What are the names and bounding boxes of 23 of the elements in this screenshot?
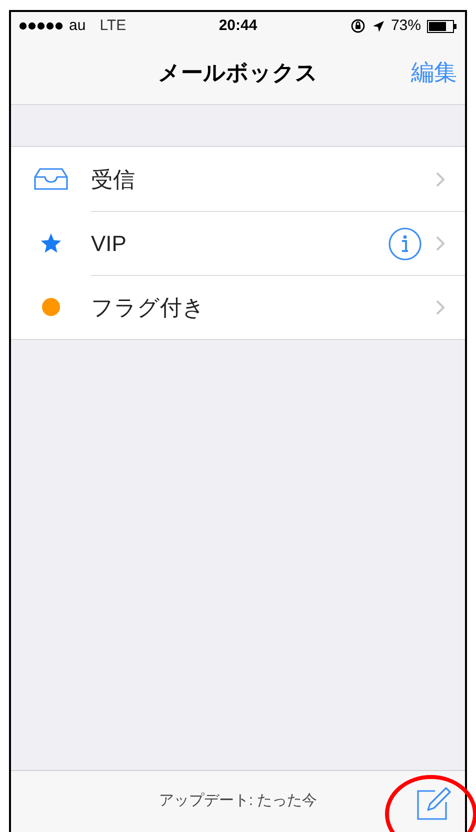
signal-icon xyxy=(19,22,63,30)
chevron-icon xyxy=(436,172,445,186)
mailbox-row[interactable]: 受信 xyxy=(11,147,465,211)
mailbox-label: フラグ付き xyxy=(91,294,206,322)
info-icon[interactable] xyxy=(388,226,422,260)
clock-text: 20:44 xyxy=(218,16,258,36)
chevron-icon xyxy=(436,236,445,251)
mailbox-label: VIP xyxy=(91,230,128,258)
update-status-text: アップデート: たった今 xyxy=(158,791,318,812)
carrier-text: au xyxy=(69,16,86,36)
battery-percent-text: 73% xyxy=(390,16,421,36)
nav-title: メールボックス xyxy=(158,58,318,86)
rotation-lock-icon xyxy=(350,18,366,34)
location-arrow-icon xyxy=(372,20,385,32)
mailbox-row[interactable]: フラグ付き xyxy=(11,275,465,339)
mailbox-row[interactable]: VIP xyxy=(11,211,465,275)
star-icon xyxy=(40,232,62,254)
chevron-icon xyxy=(436,300,445,315)
battery-icon xyxy=(427,20,457,32)
mailbox-label: 受信 xyxy=(91,166,136,194)
network-text: LTE xyxy=(100,16,126,36)
tray-icon xyxy=(34,168,68,190)
compose-icon[interactable] xyxy=(415,785,451,821)
